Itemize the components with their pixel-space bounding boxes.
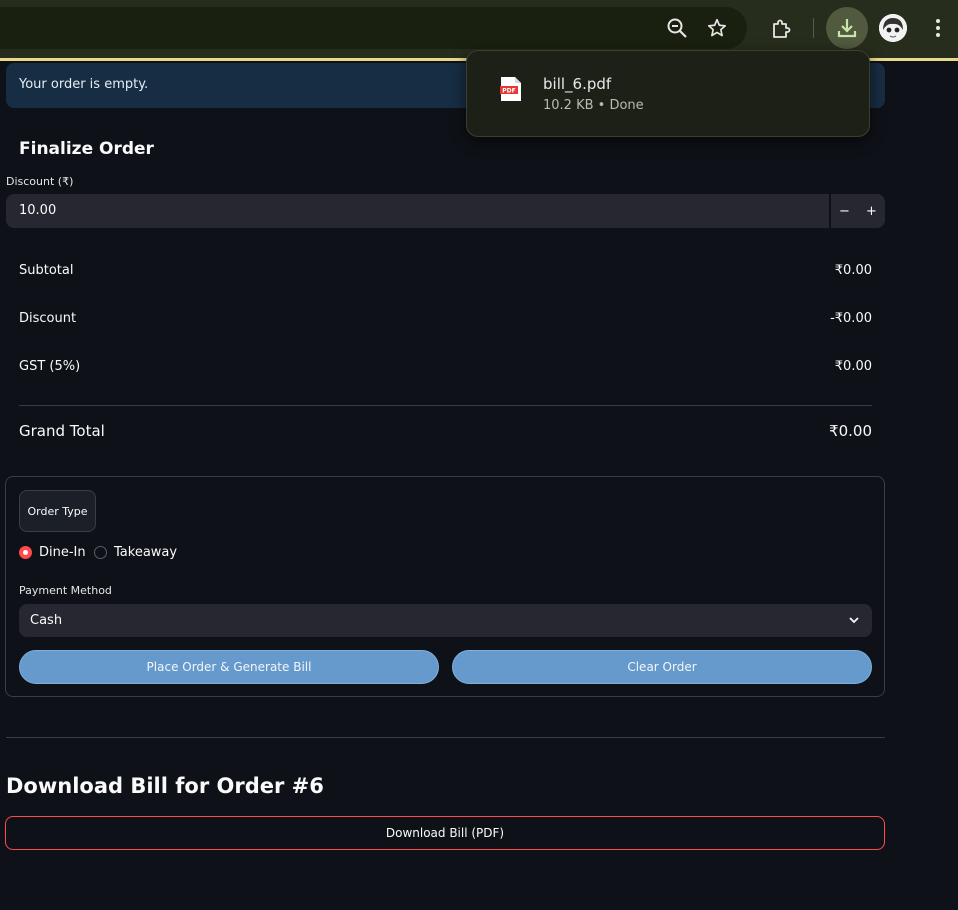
gst-value: ₹0.00 bbox=[834, 359, 872, 374]
download-bill-button[interactable]: Download Bill (PDF) bbox=[5, 816, 885, 850]
radio-takeaway-label[interactable]: Takeaway bbox=[114, 545, 177, 560]
discount-label: Discount (₹) bbox=[6, 175, 74, 188]
subtotal-label: Subtotal bbox=[19, 263, 74, 278]
payment-method-select[interactable]: Cash bbox=[19, 604, 872, 637]
radio-takeaway[interactable]: Takeaway bbox=[94, 545, 177, 560]
clear-order-button[interactable]: Clear Order bbox=[452, 650, 872, 684]
subtotal-value: ₹0.00 bbox=[834, 263, 872, 278]
order-form: Order Type Dine-In Takeaway Payment Meth… bbox=[5, 476, 885, 697]
bookmark-star-icon[interactable] bbox=[704, 15, 730, 41]
extensions-icon[interactable] bbox=[767, 15, 795, 43]
download-popup: PDF bill_6.pdf 10.2 KB • Done bbox=[466, 50, 870, 137]
more-menu-icon[interactable] bbox=[926, 15, 950, 41]
grand-total-value: ₹0.00 bbox=[829, 422, 872, 440]
grand-total-label: Grand Total bbox=[19, 422, 105, 440]
discount-number-input[interactable]: 10.00 − + bbox=[6, 194, 885, 228]
download-bill-heading: Download Bill for Order #6 bbox=[6, 774, 324, 798]
toolbar-separator bbox=[813, 18, 814, 38]
gst-label: GST (5%) bbox=[19, 359, 81, 374]
discount-summary-label: Discount bbox=[19, 311, 77, 326]
pdf-file-icon[interactable]: PDF bbox=[500, 76, 522, 102]
radio-unselected-icon[interactable] bbox=[94, 546, 107, 559]
download-status: 10.2 KB • Done bbox=[543, 98, 644, 113]
discount-summary-value: -₹0.00 bbox=[830, 311, 872, 326]
address-bar[interactable] bbox=[0, 7, 747, 49]
decrement-button[interactable]: − bbox=[831, 194, 858, 228]
increment-button[interactable]: + bbox=[858, 194, 885, 228]
radio-dine-in-label[interactable]: Dine-In bbox=[39, 545, 86, 560]
summary-divider bbox=[19, 405, 872, 406]
download-file-name[interactable]: bill_6.pdf bbox=[543, 75, 611, 93]
pdf-icon-text: PDF bbox=[502, 88, 515, 95]
chevron-down-icon[interactable] bbox=[846, 612, 862, 628]
section-divider bbox=[6, 737, 885, 738]
order-type-label: Order Type bbox=[19, 490, 96, 532]
profile-avatar[interactable] bbox=[879, 14, 907, 42]
place-order-button[interactable]: Place Order & Generate Bill bbox=[19, 650, 439, 684]
radio-selected-icon[interactable] bbox=[19, 546, 32, 559]
radio-dine-in[interactable]: Dine-In bbox=[19, 545, 86, 560]
finalize-order-title: Finalize Order bbox=[19, 139, 154, 159]
payment-method-label: Payment Method bbox=[19, 584, 112, 597]
discount-value[interactable]: 10.00 bbox=[19, 203, 56, 218]
alert-message: Your order is empty. bbox=[19, 77, 149, 92]
payment-method-value[interactable]: Cash bbox=[30, 613, 62, 628]
zoom-out-icon[interactable] bbox=[664, 15, 690, 41]
download-icon[interactable] bbox=[826, 7, 868, 49]
